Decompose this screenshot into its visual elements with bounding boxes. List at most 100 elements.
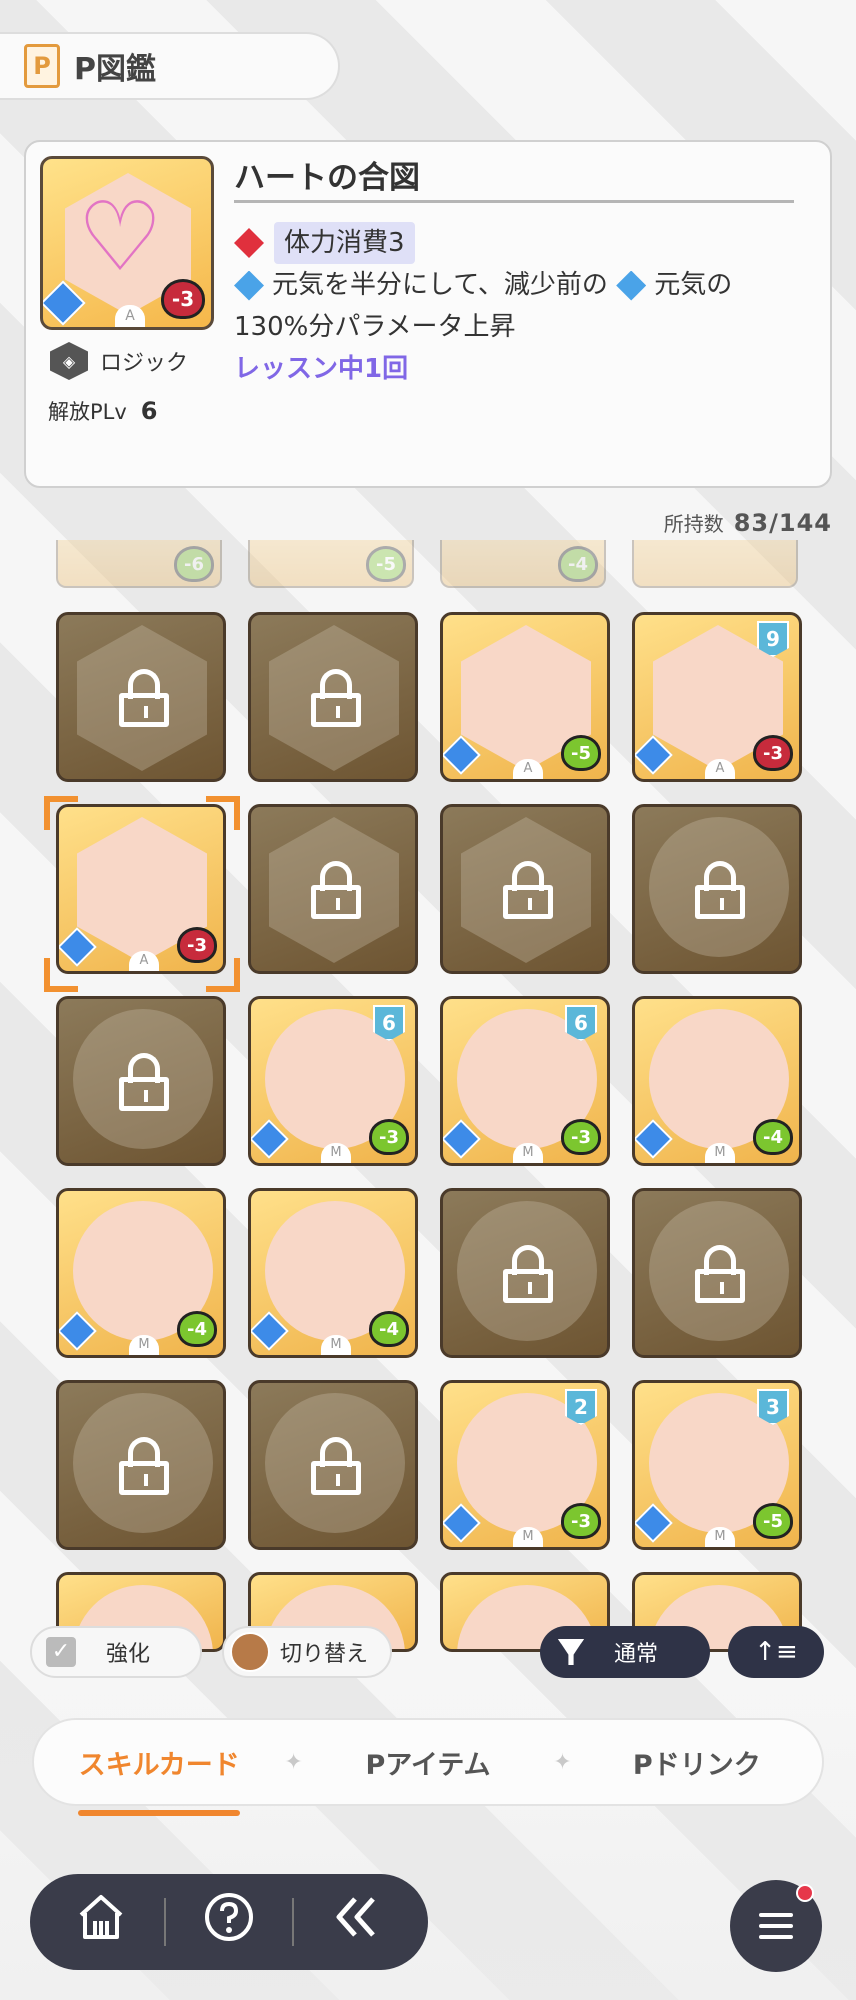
card-tile-partial[interactable]: -4 — [440, 540, 606, 588]
cost-badge: -5 — [561, 735, 601, 771]
heart-hands-icon: ♡ — [77, 181, 164, 293]
card-rank: M — [129, 1335, 159, 1355]
cost-badge: -3 — [561, 1119, 601, 1155]
stamina-icon — [234, 228, 264, 258]
card-tile-partial[interactable]: -5 — [248, 540, 414, 588]
card-tile-locked[interactable] — [632, 804, 802, 974]
cost-badge: -3 — [369, 1119, 409, 1155]
selection-corner — [44, 958, 78, 992]
cost-badge: -4 — [177, 1311, 217, 1347]
lock-icon — [695, 861, 745, 919]
tab-p-item[interactable]: Pアイテム — [303, 1743, 553, 1782]
lock-icon — [311, 861, 361, 919]
back-icon[interactable] — [317, 1891, 397, 1954]
help-icon[interactable] — [189, 1891, 269, 1954]
effect-limit: レッスン中1回 — [234, 354, 409, 384]
effect-main: 元気を半分にして、減少前の 元気の 130%分パラメータ上昇 — [234, 264, 814, 348]
cost-badge: -4 — [558, 546, 598, 582]
menu-icon[interactable] — [730, 1880, 822, 1972]
unlock-level: 解放PLv 6 — [48, 396, 158, 426]
card-tile-locked[interactable] — [56, 612, 226, 782]
switch-button[interactable]: 切り替え — [222, 1626, 392, 1678]
cost-badge: -3 — [561, 1503, 601, 1539]
card-tile-locked[interactable] — [248, 804, 418, 974]
card-tile-locked[interactable] — [56, 1380, 226, 1550]
card-tile[interactable]: M -3 6 — [440, 996, 610, 1166]
effect-stamina-text: 体力消費3 — [274, 222, 415, 264]
card-rank: M — [705, 1527, 735, 1547]
card-rank: M — [321, 1335, 351, 1355]
selection-frame — [44, 796, 240, 992]
owned-count: 所持数 83/144 — [664, 508, 832, 537]
divider — [234, 200, 794, 203]
plan-type: ◈ ロジック — [50, 342, 188, 380]
effect-stamina: 体力消費3 — [234, 222, 415, 264]
tab-skill-card[interactable]: スキルカード — [34, 1743, 284, 1816]
selection-corner — [206, 958, 240, 992]
cost-badge: -6 — [174, 546, 214, 582]
unlock-label: 解放PLv — [48, 400, 127, 424]
card-grid-partial-row: -6 -5 -4 — [0, 540, 856, 588]
card-tile[interactable]: M -4 — [632, 996, 802, 1166]
card-tile[interactable]: A -3 9 — [632, 612, 802, 782]
nav-divider — [164, 1898, 167, 1946]
card-tile-locked[interactable] — [248, 1380, 418, 1550]
tab-p-drink[interactable]: Pドリンク — [572, 1743, 822, 1782]
card-tile-locked[interactable] — [440, 1188, 610, 1358]
avatar — [230, 1632, 270, 1672]
card-tile-partial[interactable]: -6 — [56, 540, 222, 588]
selection-corner — [44, 796, 78, 830]
filter-icon — [558, 1639, 584, 1665]
checkbox-icon[interactable]: ✓ — [46, 1637, 76, 1667]
lock-icon — [503, 1245, 553, 1303]
cost-badge: -3 — [161, 279, 205, 319]
sort-button[interactable]: ↑≡ — [728, 1626, 824, 1678]
home-icon[interactable] — [61, 1891, 141, 1954]
nav-divider — [291, 1898, 294, 1946]
bottom-nav — [30, 1874, 428, 1970]
card-tile[interactable]: M -4 — [56, 1188, 226, 1358]
lock-icon — [311, 669, 361, 727]
plan-label: ロジック — [100, 351, 189, 376]
menu-line — [759, 1913, 793, 1917]
switch-label: 切り替え — [280, 1642, 369, 1667]
book-p-icon: P — [24, 44, 60, 88]
cost-badge: -4 — [369, 1311, 409, 1347]
cost-badge: -5 — [366, 546, 406, 582]
lock-icon — [695, 1245, 745, 1303]
card-tile-locked[interactable] — [632, 1188, 802, 1358]
card-tile[interactable]: M -3 2 — [440, 1380, 610, 1550]
effect-main-text-b: 元気の — [654, 270, 733, 300]
owned-label: 所持数 — [663, 512, 724, 536]
card-rank: A — [705, 759, 735, 779]
page-title: P図鑑 — [74, 52, 156, 87]
lock-icon — [311, 1437, 361, 1495]
card-rank: M — [513, 1143, 543, 1163]
card-rank: A — [513, 759, 543, 779]
menu-line — [759, 1924, 793, 1928]
card-rank: M — [513, 1527, 543, 1547]
card-tile[interactable]: M -5 3 — [632, 1380, 802, 1550]
card-tile[interactable]: M -3 6 — [248, 996, 418, 1166]
card-tile-locked[interactable] — [56, 996, 226, 1166]
sort-ascending-icon: ↑≡ — [754, 1637, 798, 1667]
logic-plan-icon: ◈ — [50, 342, 88, 380]
card-tile-locked[interactable] — [440, 804, 610, 974]
card-tile-partial[interactable] — [632, 540, 798, 588]
enhance-toggle[interactable]: ✓ 強化 — [30, 1626, 202, 1678]
menu-line — [759, 1935, 793, 1939]
card-rank: A — [115, 305, 145, 327]
tab-separator: ✦ — [284, 1749, 303, 1775]
effect-main-text-a: 元気を半分にして、減少前の — [272, 270, 608, 300]
category-tabs: スキルカード ✦ Pアイテム ✦ Pドリンク — [32, 1718, 824, 1816]
card-tile-locked[interactable] — [248, 612, 418, 782]
enhance-label: 強化 — [106, 1642, 151, 1667]
card-tile[interactable]: A -5 — [440, 612, 610, 782]
card-tile[interactable]: M -4 — [248, 1188, 418, 1358]
filter-button[interactable]: 通常 — [540, 1626, 710, 1678]
tab-separator: ✦ — [553, 1749, 572, 1775]
genki-icon — [234, 270, 264, 301]
lock-icon — [503, 861, 553, 919]
selection-corner — [206, 796, 240, 830]
unlock-value: 6 — [140, 397, 158, 425]
